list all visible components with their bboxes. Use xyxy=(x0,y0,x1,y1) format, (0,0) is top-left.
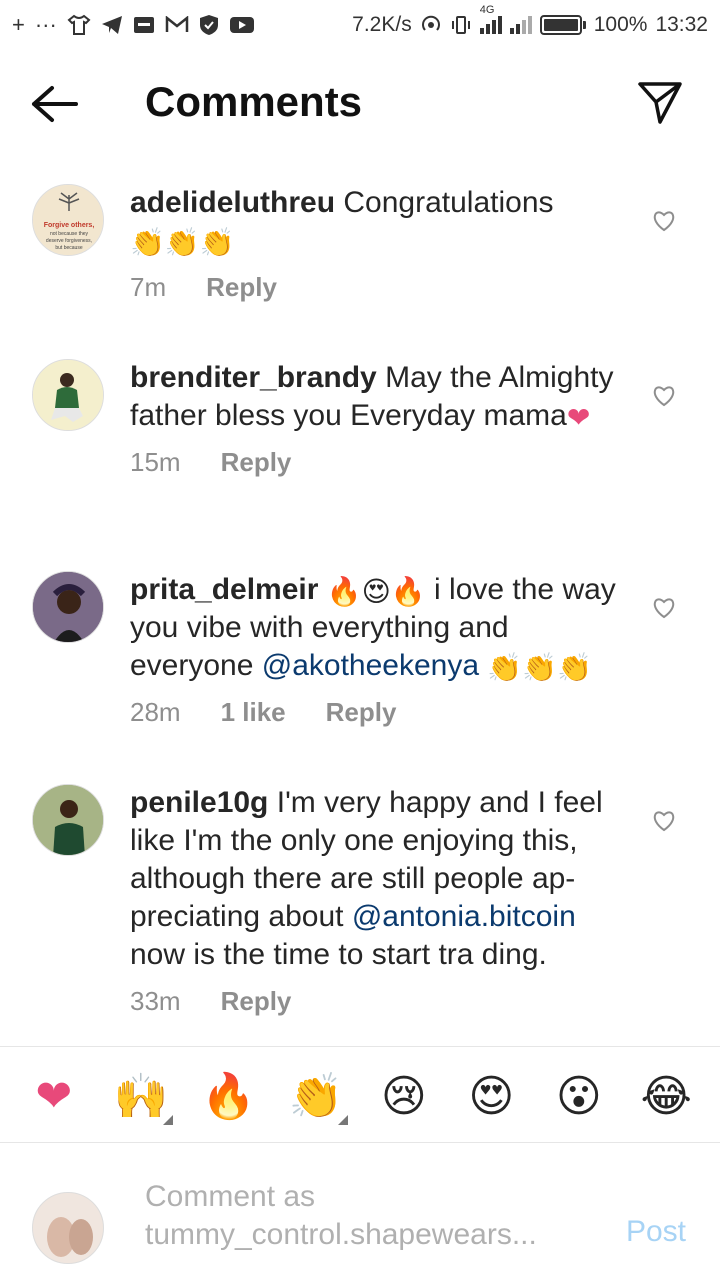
comment-body-continued: now is the time to start tra ding. xyxy=(130,938,547,971)
comment-time: 28m xyxy=(130,697,181,727)
back-arrow-icon[interactable] xyxy=(30,84,80,124)
reaction-raised-hands[interactable]: 🙌 xyxy=(109,1072,174,1125)
mention-link[interactable]: @antonia.bitcoin xyxy=(352,900,576,933)
clap-emojis: 👏👏👏 xyxy=(130,227,235,258)
clap-emoji: 👏 xyxy=(288,1072,344,1121)
own-avatar xyxy=(32,1192,104,1264)
signal-4g: 4G xyxy=(479,4,502,34)
comment-item: Forgive others, not because they deserve… xyxy=(0,170,720,345)
reaction-clap[interactable]: 👏 xyxy=(284,1072,349,1125)
comment-item: prita_delmeir 🔥😍🔥 i love the way you vib… xyxy=(0,557,720,770)
avatar-image xyxy=(33,1193,103,1263)
like-heart-icon[interactable] xyxy=(652,597,676,619)
avatar[interactable] xyxy=(32,359,104,431)
shield-icon xyxy=(199,15,218,35)
svg-text:Forgive others,: Forgive others, xyxy=(44,222,95,229)
reaction-heart[interactable]: ❤ xyxy=(22,1075,86,1119)
comment-body: Congratulations xyxy=(343,186,554,219)
like-heart-icon[interactable] xyxy=(652,810,676,832)
page-title: Comments xyxy=(145,78,363,125)
avatar[interactable]: Forgive others, not because they deserve… xyxy=(32,184,104,256)
avatar-image xyxy=(33,785,103,855)
avatar-image: Forgive others, not because they deserve… xyxy=(33,185,103,255)
clap-emojis: 👏👏👏 xyxy=(487,652,592,683)
comment-username[interactable]: adelideluthreu xyxy=(130,186,335,219)
more-icon: ··· xyxy=(34,12,57,37)
vibrate-icon xyxy=(451,16,470,34)
avatar-image xyxy=(33,360,103,430)
comment-composer: Comment as tummy_control.shapewears... P… xyxy=(0,1160,720,1280)
avatar[interactable] xyxy=(32,784,104,856)
battery-icon xyxy=(539,15,586,35)
svg-text:deserve forgiveness,: deserve forgiveness, xyxy=(46,238,92,244)
post-button[interactable]: Post xyxy=(626,1215,686,1249)
comment-text: brenditer_brandy May the Almighty father… xyxy=(130,345,630,435)
reaction-heart-eyes[interactable]: 😍 xyxy=(459,1075,523,1119)
reply-button[interactable]: Reply xyxy=(206,272,277,303)
plus-icon: + xyxy=(12,12,25,37)
comment-username[interactable]: prita_delmeir xyxy=(130,573,318,606)
comment-text: prita_delmeir 🔥😍🔥 i love the way you vib… xyxy=(130,557,630,685)
status-notifications: + ··· xyxy=(12,14,255,36)
comment-username[interactable]: penile10g xyxy=(130,786,268,819)
net-speed: 7.2K/s xyxy=(352,13,412,36)
heart-emoji: ❤ xyxy=(566,402,591,433)
comment-list: Forgive others, not because they deserve… xyxy=(0,170,720,1032)
reaction-fire[interactable]: 🔥 xyxy=(197,1075,261,1119)
svg-text:not because they: not because they xyxy=(50,231,89,237)
avatar[interactable] xyxy=(32,571,104,643)
likes-count[interactable]: 1 like xyxy=(221,697,286,728)
hotspot-icon xyxy=(421,15,440,31)
comment-meta: 33m Reply xyxy=(130,986,630,1017)
status-system: 7.2K/s 4G 100% 13:32 xyxy=(352,4,708,37)
signal-bars-icon xyxy=(479,16,502,34)
comment-text: penile10g I'm very happy and I feel like… xyxy=(130,770,630,974)
signal-bars-icon-2 xyxy=(509,16,532,34)
direct-message-icon[interactable] xyxy=(636,78,684,126)
battery-level: 100% xyxy=(593,13,648,36)
network-type: 4G xyxy=(479,4,495,16)
comment-username[interactable]: brenditer_brandy xyxy=(130,361,377,394)
gmail-icon xyxy=(165,16,189,32)
comment-meta: 28m 1 like Reply xyxy=(130,697,630,728)
comment-text: adelideluthreu Congratulations 👏👏👏 xyxy=(130,170,630,260)
divider xyxy=(0,1046,720,1047)
youtube-icon xyxy=(229,17,254,33)
comment-meta: 7m Reply xyxy=(130,272,630,303)
telegram-icon xyxy=(101,16,122,34)
divider xyxy=(0,1142,720,1143)
comment-time: 33m xyxy=(130,986,181,1016)
svg-text:but because: but because xyxy=(55,245,82,251)
comment-input[interactable]: Comment as tummy_control.shapewears... xyxy=(145,1178,585,1254)
reply-button[interactable]: Reply xyxy=(221,447,292,478)
fire-heart-eyes-emojis: 🔥😍🔥 xyxy=(326,576,426,607)
variant-indicator-icon xyxy=(163,1115,174,1125)
reaction-sad[interactable]: 😢 xyxy=(372,1075,436,1119)
reaction-surprised[interactable]: 😮 xyxy=(547,1075,611,1119)
comment-item: penile10g I'm very happy and I feel like… xyxy=(0,770,720,1032)
mention-link[interactable]: @akotheekenya xyxy=(262,649,479,682)
variant-indicator-icon xyxy=(338,1115,349,1125)
comment-item: brenditer_brandy May the Almighty father… xyxy=(0,345,720,557)
reaction-laughing[interactable]: 😂 xyxy=(634,1075,698,1119)
quick-reaction-bar: ❤ 🙌 🔥 👏 😢 😍 😮 😂 xyxy=(0,1062,720,1132)
comment-time: 15m xyxy=(130,447,181,477)
app-header: Comments xyxy=(0,50,720,160)
like-heart-icon[interactable] xyxy=(652,210,676,232)
clock: 13:32 xyxy=(655,13,708,36)
avatar-image xyxy=(33,572,103,642)
reply-button[interactable]: Reply xyxy=(326,697,397,728)
raised-hands-emoji: 🙌 xyxy=(113,1072,169,1121)
comment-time: 7m xyxy=(130,272,167,302)
shirt-icon xyxy=(67,14,91,35)
like-heart-icon[interactable] xyxy=(652,385,676,407)
comment-meta: 15m Reply xyxy=(130,447,630,478)
status-bar: + ··· 7.2K/s 4G 100% 13:32 xyxy=(0,0,720,50)
message-icon xyxy=(133,17,154,33)
reply-button[interactable]: Reply xyxy=(221,986,292,1017)
